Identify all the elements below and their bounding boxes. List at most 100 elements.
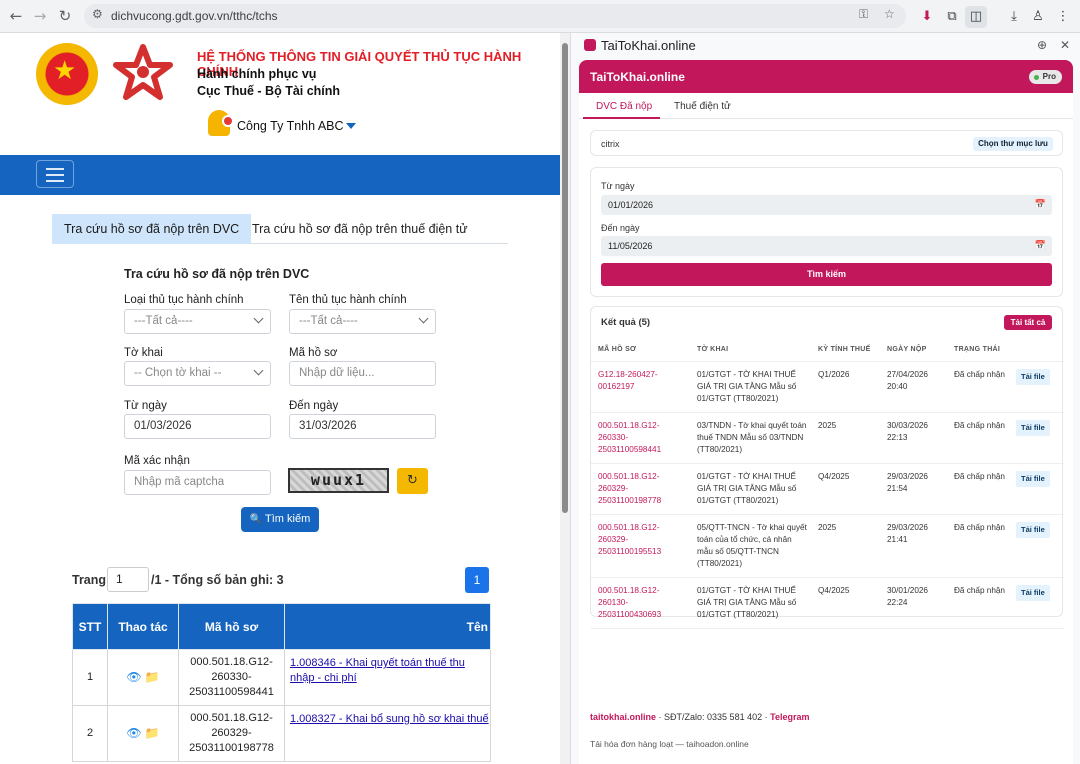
form-title: Tra cứu hồ sơ đã nộp trên DVC [124,267,310,281]
page-button-1[interactable]: 1 [465,567,489,593]
folder-icon[interactable]: 📁 [145,726,160,740]
mahs-label: Mã hồ sơ [289,347,338,359]
row-form: 01/GTGT - TỜ KHAI THUẾ GIÁ TRỊ GIA TĂNG … [690,361,811,413]
address-bar[interactable]: ⚙ dichvucong.gdt.gov.vn/tthc/tchs ⚿ ☆ [84,4,906,28]
row-code: G12.18-260427-00162197 [591,361,690,413]
tab-dvc-da-nop[interactable]: DVC Đã nộp [596,101,652,112]
extension-taitokhai-icon[interactable]: ⬇ [916,6,938,28]
tokhai-label: Tờ khai [124,347,163,359]
menu-dots-icon[interactable]: ⋮ [1052,6,1074,28]
captcha-input[interactable]: Nhập mã captcha [124,470,271,495]
results-table: STT Thao tác Mã hồ sơ Tên 1 👁 📁 000.501.… [72,603,491,762]
row-period: Q4/2025 [811,463,880,515]
denngay-label: Đến ngày [289,400,339,412]
table-row: 2 👁 📁 000.501.18.G12-260329-250311001987… [72,705,491,762]
row-actions: 👁 📁 [107,705,179,762]
from-label: Từ ngày [601,181,635,191]
refresh-captcha-button[interactable]: ↻ [397,468,428,494]
results-title: Kết quả (5) [601,317,651,328]
denngay-input[interactable]: 31/03/2026 [289,414,436,439]
calendar-icon[interactable]: 📅 [1035,195,1046,215]
main-navbar [0,155,560,195]
row-form: 01/GTGT - TỜ KHAI THUẾ GIÁ TRỊ GIA TĂNG … [690,463,811,515]
row-action: Tải file [1009,514,1064,578]
download-file-button[interactable]: Tải file [1016,419,1050,436]
site-info-icon[interactable]: ⚙ [92,7,103,21]
row-name-link[interactable]: 1.008346 - Khai quyết toán thuế thu nhập… [290,657,465,684]
page-scrollbar[interactable] [560,33,570,764]
profile-icon[interactable]: ♙ [1027,6,1049,28]
to-date-input[interactable]: 11/05/2026 📅 [601,236,1052,256]
folder-icon[interactable]: 📁 [145,670,160,684]
close-icon[interactable]: ✕ [1060,38,1070,52]
hamburger-menu-icon[interactable] [36,160,74,188]
col-status: TRẠNG THÁI [947,339,1009,362]
total-records: /1 - Tổng số bản ghi: 3 [151,573,284,587]
scrollbar-thumb[interactable] [562,43,568,513]
row-period: Q1/2026 [811,361,880,413]
row-date: 27/04/2026 20:40 [880,361,947,413]
row-form: 05/QTT-TNCN - Tờ khai quyết toán của tổ … [690,514,811,578]
bookmark-star-icon[interactable]: ☆ [884,7,895,21]
page-input[interactable]: 1 [107,567,149,592]
extensions-puzzle-icon[interactable]: ⧉ [941,6,963,28]
pagination: Trang 1 /1 - Tổng số bản ghi: 3 1 [72,567,490,593]
extension-title: TaiToKhai.online [590,70,685,84]
view-icon[interactable]: 👁 [126,726,141,740]
download-file-button[interactable]: Tải file [1016,584,1050,601]
reload-icon[interactable]: ↻ [55,6,75,26]
download-file-button[interactable]: Tải file [1016,368,1050,385]
tungay-label: Từ ngày [124,400,167,412]
result-row: 000.501.18.G12-260330-25031100598441 03/T… [591,412,1064,464]
row-period: 2025 [811,412,880,464]
loai-select[interactable]: ---Tất cả---- [124,309,271,334]
footer-site-link[interactable]: taitokhai.online [590,712,656,722]
tab-thue-dien-tu[interactable]: Tra cứu hồ sơ đã nộp trên thuế điện tử [240,214,480,244]
col-actions: Thao tác [107,603,179,650]
download-icon[interactable]: ⤓ [1003,6,1025,28]
search-button[interactable]: 🔍 Tìm kiếm [241,507,319,532]
back-icon[interactable]: ← [6,6,26,26]
row-code: 000.501.18.G12-260330-25031100598441 [591,412,690,464]
pin-icon[interactable]: ⊕ [1037,38,1047,52]
row-action: Tải file [1009,463,1064,515]
search-tabs: Tra cứu hồ sơ đã nộp trên DVC Tra cứu hồ… [52,214,508,244]
url-text[interactable]: dichvucong.gdt.gov.vn/tthc/tchs [111,9,278,23]
mahs-input[interactable]: Nhập dữ liệu... [289,361,436,386]
page-label: Trang [72,573,107,587]
loai-label: Loại thủ tục hành chính [124,294,244,306]
row-code: 000.501.18.G12-260329-25031100195513 [591,514,690,578]
row-status: Đã chấp nhận [947,463,1009,515]
row-code: 000.501.18.G12-260329-25031100198778 [178,705,285,762]
col-form: TỜ KHAI [690,339,811,362]
chevron-down-icon[interactable] [346,123,356,129]
extension-search-button[interactable]: Tìm kiếm [601,263,1052,286]
tab-dvc[interactable]: Tra cứu hồ sơ đã nộp trên DVC [52,214,252,244]
forward-icon[interactable]: → [30,6,50,26]
download-file-button[interactable]: Tải file [1016,470,1050,487]
tab-thue-dien-tu[interactable]: Thuế điện tử [674,101,731,112]
tungay-input[interactable]: 01/03/2026 [124,414,271,439]
col-stt: STT [72,603,108,650]
row-status: Đã chấp nhận [947,577,1009,629]
company-name[interactable]: Công Ty Tnhh ABC [237,119,344,133]
choose-folder-button[interactable]: Chọn thư mục lưu [973,137,1053,151]
extension-results-table: MÃ HỒ SƠ TỜ KHAI KỲ TÍNH THUẾ NGÀY NỘP T… [591,339,1064,629]
side-panel-icon[interactable]: ◫ [965,6,987,28]
ten-select[interactable]: ---Tất cả---- [289,309,436,334]
row-action: Tải file [1009,361,1064,413]
download-all-button[interactable]: Tải tất cả [1004,315,1052,330]
calendar-icon[interactable]: 📅 [1035,236,1046,256]
folder-card: citrix Chọn thư mục lưu [590,130,1063,156]
row-name: 1.008346 - Khai quyết toán thuế thu nhập… [284,649,491,706]
key-icon[interactable]: ⚿ [859,7,868,22]
row-action: Tải file [1009,577,1064,629]
view-icon[interactable]: 👁 [126,670,141,684]
extension-logo-icon [584,39,596,51]
tokhai-select[interactable]: -- Chọn tờ khai -- [124,361,271,386]
from-date-input[interactable]: 01/01/2026 📅 [601,195,1052,215]
row-code: 000.501.18.G12-260330-25031100598441 [178,649,285,706]
footer-telegram-link[interactable]: Telegram [770,712,809,722]
download-file-button[interactable]: Tải file [1016,521,1050,538]
row-name-link[interactable]: 1.008327 - Khai bổ sung hồ sơ khai thuế [290,713,489,725]
